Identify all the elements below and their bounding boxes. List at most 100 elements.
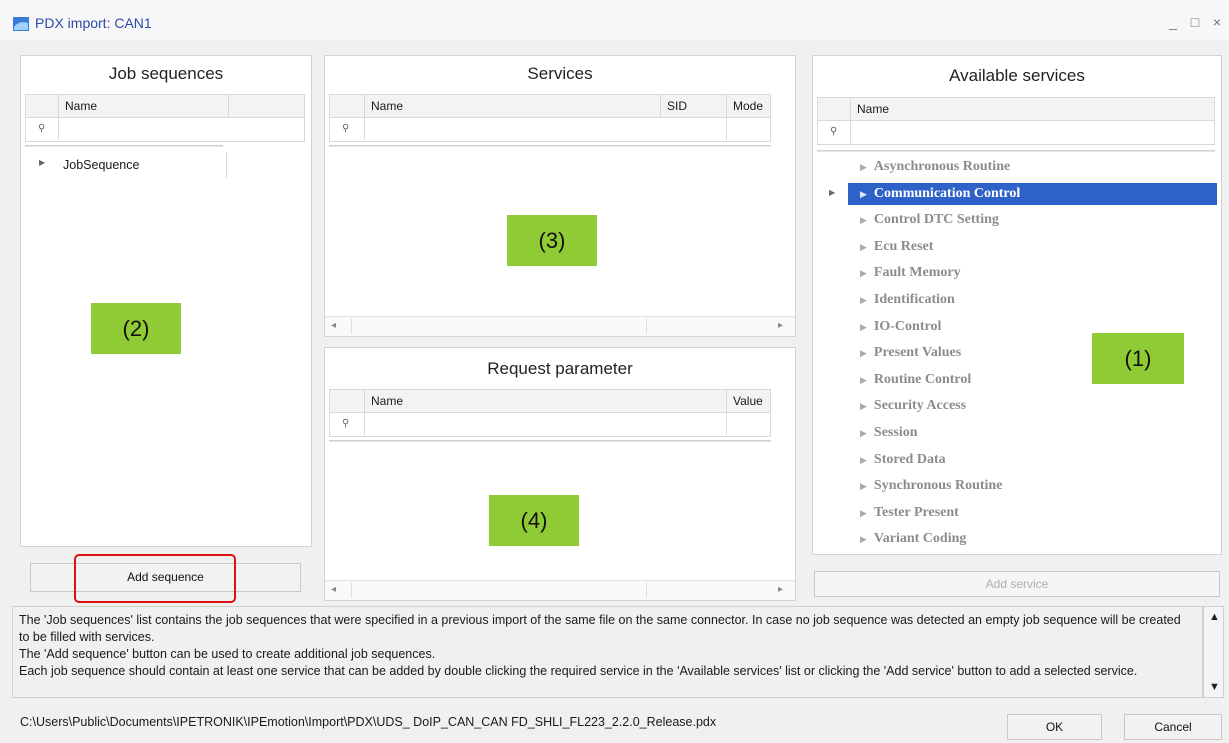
service-item-label: Asynchronous Routine bbox=[873, 159, 1011, 174]
scroll-up-icon[interactable]: ▲ bbox=[1209, 611, 1220, 623]
scroll-right-icon[interactable]: ▸ bbox=[778, 320, 783, 331]
expand-icon[interactable]: ▶ bbox=[860, 534, 867, 544]
column-name[interactable]: Name bbox=[850, 98, 1210, 120]
service-item[interactable]: ▶ Variant Coding bbox=[848, 528, 1217, 550]
expand-icon[interactable]: ▶ bbox=[860, 375, 867, 385]
available-services-filter-row[interactable]: ⚲ bbox=[817, 121, 1215, 145]
service-item-label: Synchronous Routine bbox=[873, 478, 1003, 494]
expand-icon[interactable]: ▶ bbox=[39, 158, 45, 167]
request-parameter-horizontal-scrollbar[interactable]: ◂ ▸ bbox=[325, 580, 795, 600]
cancel-button[interactable]: Cancel bbox=[1124, 714, 1222, 740]
expand-icon[interactable]: ▶ bbox=[860, 215, 867, 225]
expand-icon[interactable]: ▶ bbox=[860, 401, 867, 411]
scroll-thumb[interactable] bbox=[351, 318, 647, 334]
service-item-label: Session bbox=[873, 425, 918, 440]
request-parameter-panel: Request parameter Name Value ⚲ (4) ◂ ▸ bbox=[324, 347, 796, 601]
filter-cell[interactable] bbox=[850, 121, 1210, 143]
services-panel: Services Name SID Mode ⚲ (3) ◂ ▸ bbox=[324, 55, 796, 337]
filter-cell[interactable] bbox=[364, 118, 726, 140]
service-item-label: Variant Coding bbox=[873, 531, 967, 547]
column-mode[interactable]: Mode bbox=[726, 95, 770, 117]
info-vertical-scrollbar[interactable]: ▲ ▼ bbox=[1203, 606, 1224, 698]
pin-icon: ⚲ bbox=[38, 123, 46, 134]
column-value[interactable]: Value bbox=[726, 390, 770, 412]
scroll-down-icon[interactable]: ▼ bbox=[1209, 681, 1220, 693]
service-item[interactable]: ▶ Stored Data bbox=[848, 449, 1217, 471]
window-title: PDX import: CAN1 bbox=[35, 15, 152, 31]
pin-icon: ⚲ bbox=[830, 126, 838, 137]
service-item[interactable]: ▶ Control DTC Setting bbox=[848, 209, 1217, 231]
service-item[interactable]: ▶ Fault Memory bbox=[848, 262, 1217, 284]
scroll-left-icon[interactable]: ◂ bbox=[331, 584, 336, 595]
job-sequence-name: JobSequence bbox=[63, 158, 140, 172]
service-item-label: Stored Data bbox=[873, 451, 946, 467]
service-item-label: Present Values bbox=[873, 345, 962, 361]
scroll-right-icon[interactable]: ▸ bbox=[778, 584, 783, 595]
services-title: Services bbox=[527, 64, 593, 83]
service-item-label: Communication Control bbox=[873, 185, 1021, 201]
job-sequences-panel: Job sequences Name ⚲ ▶ JobSequence (2) bbox=[20, 55, 312, 547]
services-horizontal-scrollbar[interactable]: ◂ ▸ bbox=[325, 316, 795, 336]
available-services-header: Name bbox=[817, 97, 1215, 121]
expand-icon[interactable]: ▶ bbox=[860, 428, 867, 438]
service-item[interactable]: ▶ Security Access bbox=[848, 395, 1217, 417]
header-divider bbox=[329, 440, 771, 442]
ok-button[interactable]: OK bbox=[1007, 714, 1102, 740]
header-divider bbox=[817, 150, 1215, 152]
app-icon bbox=[13, 17, 29, 31]
maximize-button[interactable]: □ bbox=[1189, 14, 1201, 30]
column-name[interactable]: Name bbox=[364, 95, 660, 117]
expand-icon[interactable]: ▶ bbox=[860, 348, 867, 358]
service-item-label: Tester Present bbox=[873, 504, 959, 520]
services-filter-row[interactable]: ⚲ bbox=[329, 118, 771, 142]
expand-icon[interactable]: ▶ bbox=[860, 189, 867, 199]
info-line: The 'Add sequence' button can be used to… bbox=[19, 647, 436, 661]
job-sequences-filter-row[interactable]: ⚲ bbox=[25, 118, 305, 142]
service-item[interactable]: ▶ Session bbox=[848, 422, 1217, 444]
filter-cell[interactable] bbox=[364, 413, 726, 435]
request-parameter-filter-row[interactable]: ⚲ bbox=[329, 413, 771, 437]
request-parameter-title: Request parameter bbox=[487, 359, 633, 378]
service-item-label: IO-Control bbox=[873, 318, 942, 334]
pin-icon: ⚲ bbox=[342, 123, 350, 134]
close-button[interactable]: × bbox=[1211, 14, 1223, 30]
service-item[interactable]: ▶ Tester Present bbox=[848, 502, 1217, 524]
add-sequence-highlight bbox=[74, 554, 236, 603]
expand-icon[interactable]: ▶ bbox=[860, 455, 867, 465]
info-line: The 'Job sequences' list contains the jo… bbox=[19, 613, 1181, 644]
service-item[interactable]: ▶ Asynchronous Routine bbox=[848, 156, 1217, 178]
job-sequence-row[interactable]: ▶ JobSequence bbox=[25, 152, 227, 178]
job-sequences-title: Job sequences bbox=[108, 64, 224, 83]
filter-cell[interactable] bbox=[726, 413, 770, 435]
service-item[interactable]: ▶ Communication Control bbox=[848, 182, 1217, 205]
minimize-button[interactable]: _ bbox=[1167, 14, 1179, 30]
service-item[interactable]: ▶ Synchronous Routine bbox=[848, 475, 1217, 497]
scroll-left-icon[interactable]: ◂ bbox=[331, 320, 336, 331]
expand-icon[interactable]: ▶ bbox=[860, 322, 867, 332]
service-item[interactable]: ▶ Identification bbox=[848, 289, 1217, 311]
available-services-panel: Available services Name ⚲ ▶ Asynchronous … bbox=[812, 55, 1222, 555]
expand-icon[interactable]: ▶ bbox=[860, 508, 867, 518]
service-item-label: Security Access bbox=[873, 398, 967, 414]
expand-icon[interactable]: ▶ bbox=[860, 242, 867, 252]
services-header: Name SID Mode bbox=[329, 94, 771, 118]
row-indicator-icon: ▶ bbox=[829, 188, 836, 197]
service-item-label: Ecu Reset bbox=[873, 238, 934, 254]
expand-icon[interactable]: ▶ bbox=[860, 162, 867, 172]
column-name[interactable]: Name bbox=[58, 95, 228, 117]
expand-icon[interactable]: ▶ bbox=[860, 481, 867, 491]
service-item[interactable]: ▶ Ecu Reset bbox=[848, 236, 1217, 258]
pin-icon: ⚲ bbox=[342, 418, 350, 429]
expand-icon[interactable]: ▶ bbox=[860, 295, 867, 305]
column-sid[interactable]: SID bbox=[660, 95, 726, 117]
area-label-2: (2) bbox=[91, 303, 181, 354]
expand-icon[interactable]: ▶ bbox=[860, 268, 867, 278]
scroll-thumb[interactable] bbox=[351, 582, 647, 598]
service-item-label: Routine Control bbox=[873, 371, 972, 387]
window-controls: _ □ × bbox=[1167, 14, 1223, 30]
job-sequences-header: Name bbox=[25, 94, 305, 118]
filter-cell[interactable] bbox=[726, 118, 770, 140]
column-name[interactable]: Name bbox=[364, 390, 726, 412]
add-service-button[interactable]: Add service bbox=[814, 571, 1220, 597]
filter-cell[interactable] bbox=[58, 118, 228, 140]
